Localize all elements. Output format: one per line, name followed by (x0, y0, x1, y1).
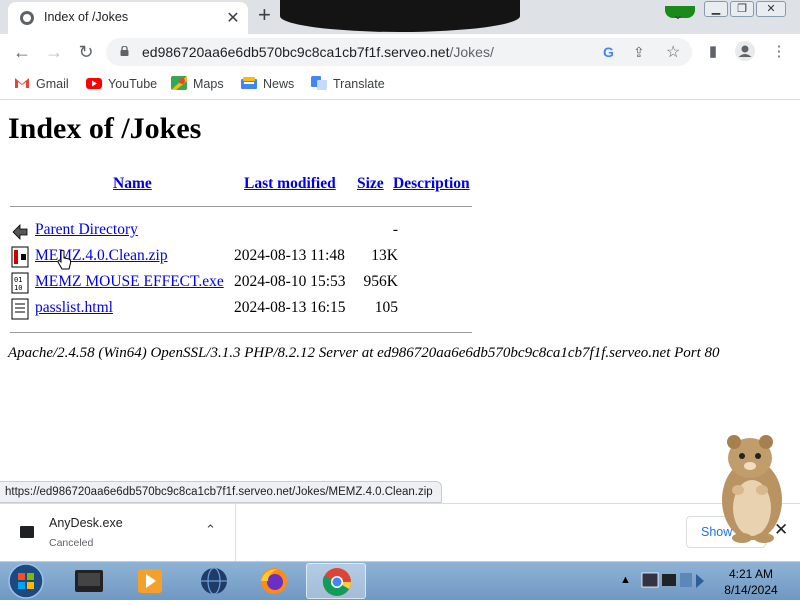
bookmark-news[interactable]: News (241, 76, 294, 94)
file-link-memz-exe[interactable]: MEMZ MOUSE EFFECT.exe (35, 273, 224, 291)
entry-size: 956K (363, 273, 398, 290)
divider (10, 206, 472, 207)
column-header-name[interactable]: Name (113, 175, 152, 193)
taskbar-app-firefox[interactable] (244, 563, 304, 599)
chrome-icon (322, 568, 351, 596)
bookmarks-bar: Gmail YouTube Maps News Translate (0, 70, 800, 100)
binary-icon: 01 10 (11, 272, 29, 294)
clock-time: 4:21 AM (728, 567, 774, 581)
taskbar-app-1[interactable] (58, 563, 118, 599)
minimize-button[interactable]: ▁ (704, 1, 728, 17)
url-host: ed986720aa6e6db570bc9c8ca1cb7f1f.serveo.… (142, 44, 450, 60)
chevron-up-icon[interactable]: ⌃ (205, 522, 216, 538)
text-icon (11, 298, 29, 320)
taskbar-app-2[interactable] (120, 563, 180, 599)
bookmark-translate[interactable]: Translate (311, 76, 385, 94)
divider (10, 332, 472, 333)
compressed-icon (11, 246, 29, 268)
status-url: https://ed986720aa6e6db570bc9c8ca1cb7f1f… (0, 481, 442, 503)
bookmark-label: News (263, 77, 295, 91)
translate-icon (311, 76, 327, 90)
taskbar-app-3[interactable] (184, 563, 244, 599)
column-header-description[interactable]: Description (393, 175, 470, 193)
list-item: passlist.html 2024-08-13 16:15 105 (10, 297, 480, 321)
close-tab-icon[interactable]: ✕ (224, 8, 242, 28)
toolbar: ← → ↻ ed986720aa6e6db570bc9c8ca1cb7f1f.s… (0, 34, 800, 70)
menu-icon[interactable]: ⋮ (768, 42, 790, 62)
new-tab-button[interactable]: + (258, 2, 271, 28)
media-player-icon (138, 569, 162, 593)
avatar-icon (735, 41, 755, 61)
hand-cursor-icon (57, 249, 72, 270)
terminal-icon (75, 570, 103, 592)
lock-icon[interactable] (120, 46, 129, 56)
entry-size: 105 (374, 299, 398, 316)
entry-modified: 2024-08-13 11:48 (234, 247, 345, 264)
maps-icon (171, 76, 187, 90)
gmail-icon (15, 78, 29, 88)
close-window-button[interactable]: ✕ (756, 1, 786, 17)
file-link-passlist[interactable]: passlist.html (35, 299, 113, 317)
clock-date: 8/14/2024 (724, 583, 778, 597)
taskbar: ▲ 4:21 AM 8/14/2024 (0, 561, 800, 600)
bookmark-label: Translate (333, 77, 385, 91)
download-shelf: AnyDesk.exe Canceled ⌃ Show all ✕ (0, 503, 800, 561)
address-bar[interactable]: ed986720aa6e6db570bc9c8ca1cb7f1f.serveo.… (106, 38, 692, 66)
tray-icons[interactable] (638, 568, 708, 594)
restore-button[interactable]: ❐ (730, 1, 754, 17)
star-icon[interactable]: ☆ (666, 42, 680, 62)
entry-size: - (392, 221, 398, 238)
bookmark-maps[interactable]: Maps (171, 76, 224, 94)
start-button[interactable] (4, 562, 48, 600)
bookmark-youtube[interactable]: YouTube (86, 76, 157, 94)
download-filename: AnyDesk.exe (49, 516, 123, 530)
entry-size: 13K (371, 247, 398, 264)
url-path: /Jokes/ (449, 44, 494, 60)
bookmark-label: YouTube (108, 77, 158, 91)
parent-directory-link[interactable]: Parent Directory (35, 221, 138, 239)
google-icon[interactable]: G (603, 44, 614, 60)
youtube-icon (86, 78, 102, 89)
list-item: Parent Directory - (10, 219, 480, 243)
reload-button[interactable]: ↻ (74, 40, 98, 64)
page-content: Index of /Jokes Name Last modified Size … (0, 101, 800, 481)
server-signature: Apache/2.4.58 (Win64) OpenSSL/3.1.3 PHP/… (8, 345, 720, 361)
chevron-down-icon[interactable]: ⌄ (672, 6, 684, 23)
page-title: Index of /Jokes (8, 112, 202, 145)
news-icon (241, 77, 257, 89)
show-hidden-icons-button[interactable]: ▲ (620, 574, 631, 586)
tab-strip: Index of /Jokes ✕ + ⌄ ▁ ❐ ✕ (0, 0, 800, 34)
share-icon[interactable]: ⇪ (633, 44, 645, 61)
file-link-memz-zip[interactable]: MEMZ.4.0.Clean.zip (35, 247, 168, 265)
profile-avatar[interactable] (734, 40, 756, 61)
column-header-last-modified[interactable]: Last modified (244, 175, 336, 193)
bookmark-gmail[interactable]: Gmail (14, 76, 69, 94)
download-status: Canceled (49, 537, 94, 549)
bookmark-label: Gmail (36, 77, 69, 91)
globe-icon (20, 11, 34, 25)
forward-button[interactable]: → (42, 40, 66, 64)
column-header-size[interactable]: Size (357, 175, 384, 193)
overlay-shape (280, 0, 695, 32)
download-item[interactable]: AnyDesk.exe Canceled ⌃ (0, 504, 236, 561)
svg-text:10: 10 (14, 284, 22, 292)
list-item: 01 10 MEMZ MOUSE EFFECT.exe 2024-08-10 1… (10, 271, 480, 295)
firefox-icon (261, 568, 287, 594)
entry-modified: 2024-08-13 16:15 (234, 299, 346, 316)
taskbar-app-chrome[interactable] (306, 563, 366, 599)
bookmark-label: Maps (193, 77, 224, 91)
clock[interactable]: 4:21 AM 8/14/2024 (716, 566, 786, 598)
entry-modified: 2024-08-10 15:53 (234, 273, 346, 290)
side-panel-icon[interactable]: ▮ (702, 42, 724, 62)
tab-title: Index of /Jokes (44, 10, 129, 24)
svg-text:01: 01 (14, 276, 22, 284)
url-text: ed986720aa6e6db570bc9c8ca1cb7f1f.serveo.… (142, 44, 494, 60)
back-button[interactable]: ← (10, 40, 34, 64)
globe-icon (201, 567, 227, 595)
back-icon (12, 224, 28, 240)
hamster-image (722, 435, 782, 543)
file-icon (20, 526, 34, 538)
list-item: MEMZ.4.0.Clean.zip 2024-08-13 11:48 13K (10, 245, 480, 269)
tab-active[interactable]: Index of /Jokes ✕ (8, 2, 248, 34)
